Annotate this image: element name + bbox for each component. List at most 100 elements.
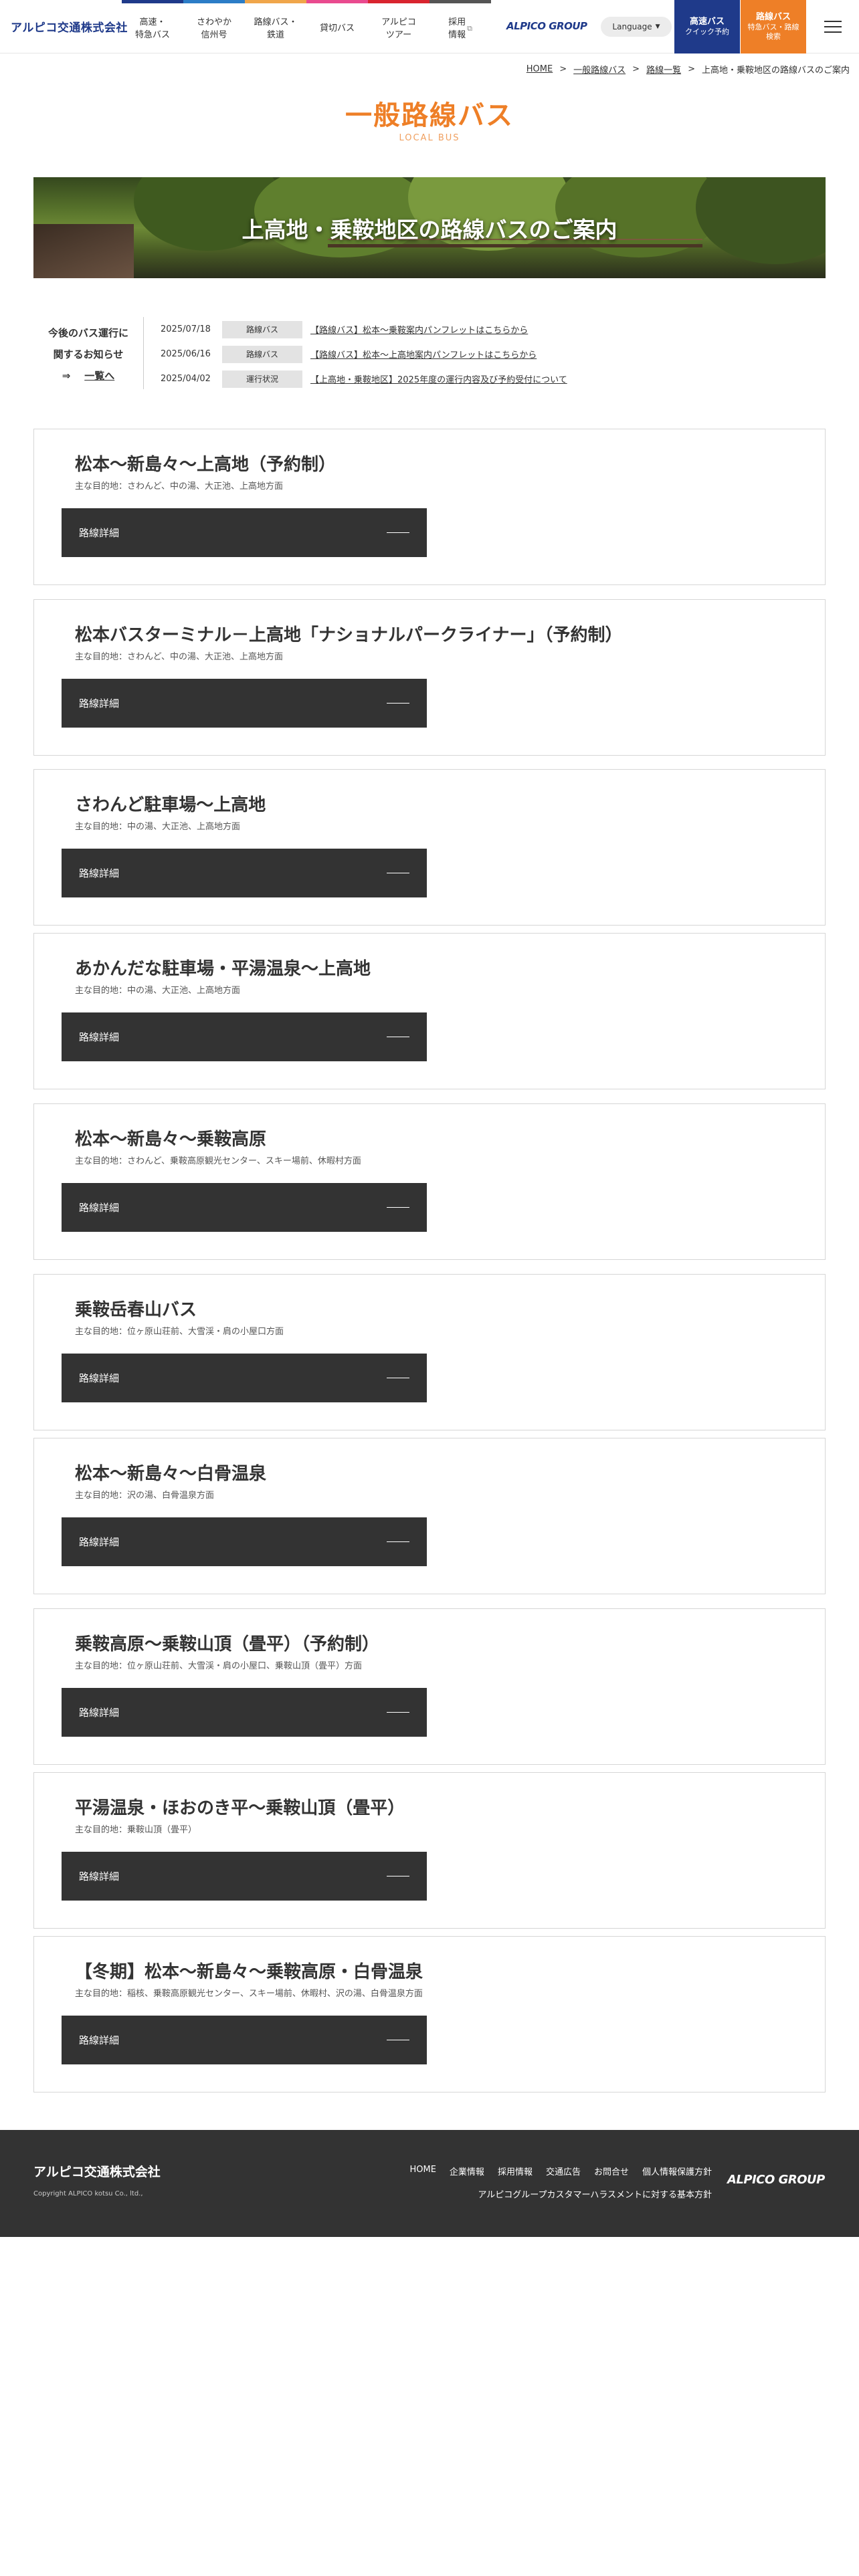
gnav-item[interactable]: 貸切バス bbox=[306, 0, 368, 53]
footer-group-logo[interactable]: ALPICO GROUP bbox=[727, 2173, 825, 2187]
route-card: 松本～新島々～乗鞍高原 主な目的地：さわんど、乗鞍高原観光センター、スキー場前、休… bbox=[33, 1103, 826, 1260]
footer-links: HOME 企業情報 採用情報 交通広告 お問合せ 個人情報保護方針 bbox=[396, 2165, 712, 2177]
route-bus-sub: 特急バス・路線 検索 bbox=[747, 23, 799, 41]
route-detail-button[interactable]: 路線詳細 bbox=[62, 679, 427, 728]
news-date: 2025/07/18 bbox=[161, 324, 211, 334]
footer-link-harassment-policy[interactable]: アルピコグループカスタマーハラスメントに対する基本方針 bbox=[478, 2187, 712, 2200]
route-detail-button[interactable]: 路線詳細 bbox=[62, 508, 427, 557]
news-category-badge: 路線バス bbox=[222, 320, 302, 338]
language-button[interactable]: Language ▼ bbox=[601, 17, 672, 37]
route-detail-label: 路線詳細 bbox=[79, 1707, 120, 1719]
footer-link[interactable]: HOME bbox=[409, 2165, 436, 2177]
highway-bus-sub: クイック予約 bbox=[685, 27, 729, 36]
copyright: Copyright ALPICO kotsu Co., ltd., bbox=[33, 2190, 143, 2197]
route-detail-button[interactable]: 路線詳細 bbox=[62, 849, 427, 897]
gnav-item-label: 高速・ 特急バス bbox=[134, 17, 170, 40]
arrow-line-icon bbox=[387, 1207, 409, 1208]
news-heading: 今後のバス運行に 関するお知らせ ⇒ 一覧へ bbox=[33, 322, 143, 387]
route-destinations: 主な目的地：乗鞍山頂（畳平） bbox=[75, 1825, 197, 1835]
route-destinations: 主な目的地：沢の湯、白骨温泉方面 bbox=[75, 1491, 215, 1501]
gnav-item[interactable]: さわやか 信州号 bbox=[183, 0, 245, 53]
menu-bar bbox=[824, 31, 842, 33]
route-title: 平湯温泉・ほおのき平～乗鞍山頂（畳平） bbox=[75, 1798, 405, 1818]
news-link[interactable]: 【上高地・乗鞍地区】2025年度の運行内容及び予約受付について bbox=[310, 372, 567, 385]
route-card: さわんど駐車場～上高地 主な目的地：中の湯、大正池、上高地方面 路線詳細 bbox=[33, 769, 826, 926]
news-link[interactable]: 【路線バス】松本～上高地案内パンフレットはこちらから bbox=[310, 348, 537, 360]
route-card: 【冬期】松本～新島々～乗鞍高原・白骨温泉 主な目的地：稲核、乗鞍高原観光センター、… bbox=[33, 1936, 826, 2092]
news-date: 2025/04/02 bbox=[161, 374, 211, 384]
route-detail-button[interactable]: 路線詳細 bbox=[62, 1852, 427, 1901]
route-destinations: 主な目的地：位ヶ原山荘前、大雪渓・肩の小屋口方面 bbox=[75, 1327, 284, 1337]
footer-link[interactable]: 交通広告 bbox=[546, 2165, 581, 2177]
news-list: 2025/07/18 路線バス 【路線バス】松本～乗鞍案内パンフレットはこちらから 2… bbox=[161, 317, 816, 391]
gnav-item-label: 貸切バス bbox=[319, 23, 355, 33]
gnav-item-label: 採用 情報 bbox=[448, 17, 466, 40]
route-title: 松本～新島々～乗鞍高原 bbox=[75, 1130, 267, 1150]
news-heading-line: 関するお知らせ bbox=[53, 348, 124, 360]
global-nav: 高速・ 特急バス さわやか 信州号 路線バス・ 鉄道 貸切バス アルピコ ツアー 採用 情… bbox=[122, 0, 491, 53]
highway-bus-reserve-button[interactable]: 高速バス クイック予約 bbox=[674, 0, 740, 53]
news-heading-line: 今後のバス運行に bbox=[47, 327, 128, 339]
breadcrumb-home[interactable]: HOME bbox=[527, 64, 553, 74]
route-title: 【冬期】松本～新島々～乗鞍高原・白骨温泉 bbox=[75, 1962, 423, 1982]
news-item: 2025/06/16 路線バス 【路線バス】松本～上高地案内パンフレットはこちらから bbox=[161, 342, 816, 366]
route-detail-button[interactable]: 路線詳細 bbox=[62, 1517, 427, 1566]
footer-logo[interactable]: アルピコ交通株式会社 bbox=[33, 2162, 161, 2180]
route-bus-search-button[interactable]: 路線バス 特急バス・路線 検索 bbox=[741, 0, 806, 53]
arrow-line-icon bbox=[387, 1541, 409, 1542]
route-title: 乗鞍高原～乗鞍山頂（畳平）（予約制） bbox=[75, 1634, 380, 1654]
arrow-line-icon bbox=[387, 532, 409, 533]
gnav-item[interactable]: 高速・ 特急バス bbox=[122, 0, 183, 53]
route-title: 松本～新島々～白骨温泉 bbox=[75, 1464, 267, 1484]
hamburger-menu-icon[interactable] bbox=[807, 0, 859, 53]
breadcrumb: HOME > 一般路線バス > 路線一覧 > 上高地・乗鞍地区の路線バスのご案内 bbox=[527, 63, 850, 76]
route-card: 乗鞍岳春山バス主な目的地：位ヶ原山荘前、大雪渓・肩の小屋口方面路線詳細 bbox=[33, 1274, 826, 1430]
route-detail-label: 路線詳細 bbox=[79, 1202, 120, 1214]
alpico-group-logo[interactable]: ALPICO GROUP bbox=[506, 20, 587, 32]
news-more-row: ⇒ 一覧へ bbox=[33, 365, 143, 387]
route-card: 松本バスターミナル－上高地「ナショナルパークライナー」（予約制） 主な目的地：さわ… bbox=[33, 599, 826, 756]
breadcrumb-separator: > bbox=[632, 64, 640, 74]
breadcrumb-local-bus[interactable]: 一般路線バス bbox=[573, 63, 626, 76]
menu-bar bbox=[824, 21, 842, 22]
route-detail-button[interactable]: 路線詳細 bbox=[62, 1688, 427, 1737]
route-detail-button[interactable]: 路線詳細 bbox=[62, 2016, 427, 2064]
news-category-badge: 運行状況 bbox=[222, 370, 302, 388]
highway-bus-label: 高速バス bbox=[689, 17, 725, 27]
route-detail-label: 路線詳細 bbox=[79, 1536, 120, 1548]
route-detail-button[interactable]: 路線詳細 bbox=[62, 1354, 427, 1402]
gnav-item[interactable]: アルピコ ツアー bbox=[368, 0, 430, 53]
page-title: 一般路線バス bbox=[345, 100, 514, 131]
route-detail-label: 路線詳細 bbox=[79, 1372, 120, 1384]
footer-link[interactable]: 個人情報保護方針 bbox=[642, 2165, 712, 2177]
route-title: 乗鞍岳春山バス bbox=[75, 1300, 197, 1320]
hero-banner: 上高地・乗鞍地区の路線バスのご案内 bbox=[33, 177, 826, 278]
route-destinations: 主な目的地：さわんど、中の湯、大正池、上高地方面 bbox=[75, 652, 283, 662]
footer-link[interactable]: お問合せ bbox=[594, 2165, 629, 2177]
route-detail-label: 路線詳細 bbox=[79, 697, 120, 710]
news-more-link[interactable]: 一覧へ bbox=[84, 365, 114, 387]
route-card: 松本～新島々～白骨温泉主な目的地：沢の湯、白骨温泉方面路線詳細 bbox=[33, 1438, 826, 1594]
route-title: 松本～新島々～上高地（予約制） bbox=[75, 455, 337, 475]
news-link[interactable]: 【路線バス】松本～乗鞍案内パンフレットはこちらから bbox=[310, 323, 528, 336]
route-title: あかんだな駐車場・平湯温泉～上高地 bbox=[75, 959, 371, 979]
gnav-item[interactable]: 路線バス・ 鉄道 bbox=[245, 0, 306, 53]
external-link-icon: ⧉ bbox=[467, 24, 472, 33]
route-detail-label: 路線詳細 bbox=[79, 867, 120, 879]
chevron-down-icon: ▼ bbox=[655, 23, 660, 30]
site-logo[interactable]: アルピコ交通株式会社 bbox=[11, 18, 128, 35]
site-footer: アルピコ交通株式会社 Copyright ALPICO kotsu Co., l… bbox=[0, 2130, 859, 2237]
gnav-item-label: アルピコ ツアー bbox=[381, 17, 416, 40]
breadcrumb-separator: > bbox=[559, 64, 567, 74]
footer-link[interactable]: 企業情報 bbox=[450, 2165, 484, 2177]
language-label: Language bbox=[612, 22, 652, 31]
breadcrumb-route-list[interactable]: 路線一覧 bbox=[646, 63, 681, 76]
route-detail-button[interactable]: 路線詳細 bbox=[62, 1183, 427, 1232]
news-category-badge: 路線バス bbox=[222, 345, 302, 363]
gnav-item[interactable]: 採用 情報 ⧉ bbox=[430, 0, 491, 53]
breadcrumb-current: 上高地・乗鞍地区の路線バスのご案内 bbox=[701, 66, 850, 76]
route-detail-label: 路線詳細 bbox=[79, 2034, 120, 2046]
hero-title: 上高地・乗鞍地区の路線バスのご案内 bbox=[242, 216, 617, 243]
route-detail-button[interactable]: 路線詳細 bbox=[62, 1012, 427, 1061]
footer-link[interactable]: 採用情報 bbox=[498, 2165, 533, 2177]
